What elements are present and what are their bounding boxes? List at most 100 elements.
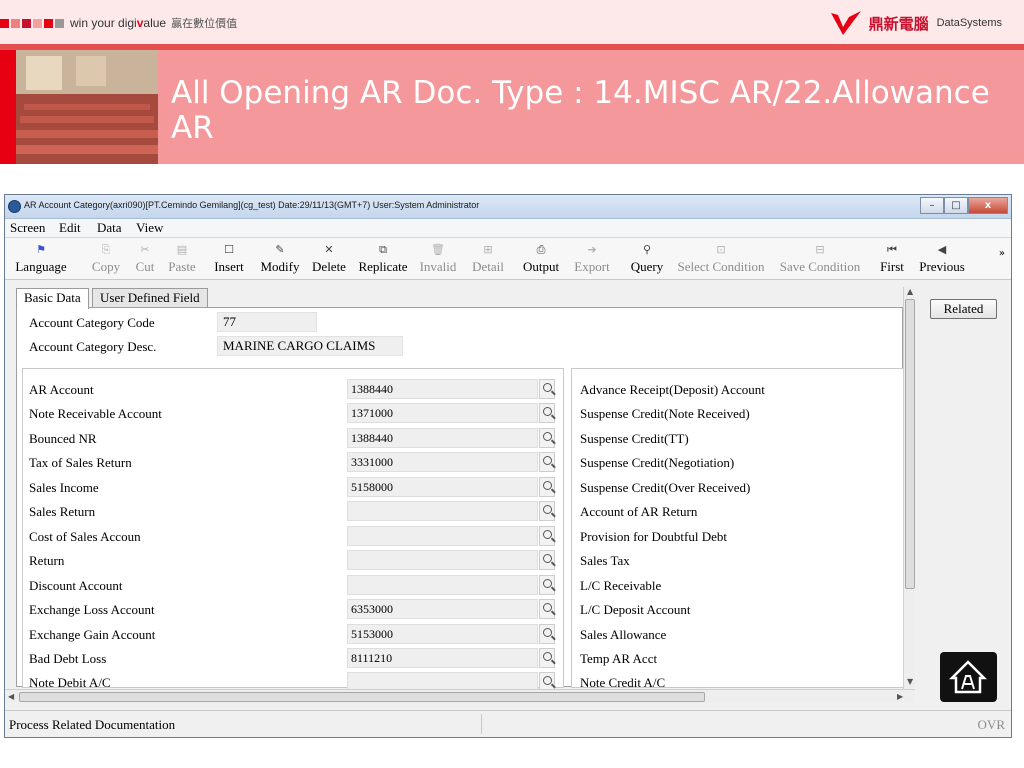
lookup-button[interactable] — [539, 452, 555, 472]
return-input[interactable] — [347, 550, 538, 570]
delete-button[interactable]: ✕ Delete — [309, 241, 349, 277]
account-category-code-label: Account Category Code — [29, 315, 155, 330]
lookup-button[interactable] — [539, 526, 555, 546]
field-label: Sales Income — [29, 480, 99, 495]
related-button[interactable]: Related — [930, 299, 997, 319]
trash-icon: 🗑 — [431, 243, 445, 256]
lookup-button[interactable] — [539, 403, 555, 423]
language-button[interactable]: ⚑ Language — [11, 241, 71, 277]
field-label: Exchange Gain Account — [29, 627, 156, 642]
window-titlebar[interactable]: AR Account Category(axri090)[PT.Cemindo … — [5, 195, 1011, 219]
save-condition-icon: ⊟ — [815, 243, 825, 256]
tab-basic-data[interactable]: Basic Data — [16, 288, 89, 309]
query-button[interactable]: ⚲ Query — [626, 241, 668, 277]
paste-button[interactable]: ▤ Paste — [163, 241, 201, 277]
tab-user-defined-field[interactable]: User Defined Field — [92, 288, 208, 308]
vertical-scrollbar[interactable]: ▲ ▼ — [903, 287, 915, 689]
lookup-button[interactable] — [539, 624, 555, 644]
field-label: Bounced NR — [29, 431, 97, 446]
maximize-button[interactable]: □ — [944, 197, 968, 214]
side-panel: Related — [917, 280, 1011, 689]
lookup-button[interactable] — [539, 648, 555, 668]
window-title: AR Account Category(axri090)[PT.Cemindo … — [24, 200, 480, 210]
scroll-up-icon[interactable]: ▲ — [907, 287, 913, 296]
discount-account-input[interactable] — [347, 575, 538, 595]
magnifier-icon — [543, 530, 552, 539]
cut-icon: ✂ — [140, 243, 150, 256]
toolbar: ⚑ Language ⎘ Copy ✂ Cut ▤ Paste ☐ Insert ✎ Mod… — [5, 238, 1011, 280]
note-receivable-account-input[interactable]: 1371000 — [347, 403, 538, 423]
scroll-down-icon[interactable]: ▼ — [907, 677, 913, 686]
lookup-button[interactable] — [539, 477, 555, 497]
field-label: Sales Allowance — [580, 627, 667, 642]
ar-home-icon — [948, 660, 988, 694]
detail-button[interactable]: ⊞ Detail — [469, 241, 507, 277]
lookup-button[interactable] — [539, 599, 555, 619]
status-bar: Process Related Documentation OVR — [5, 710, 1011, 737]
scroll-right-icon[interactable]: ▶ — [897, 692, 903, 701]
field-label: L/C Deposit Account — [580, 602, 691, 617]
output-button[interactable]: ⎙ Output — [519, 241, 563, 277]
field-label: Bad Debt Loss — [29, 651, 107, 666]
first-record-icon: ⏮ — [887, 243, 897, 256]
overwrite-mode-indicator: OVR — [977, 717, 1005, 732]
account-category-code-field[interactable]: 77 — [217, 312, 317, 332]
insert-button[interactable]: ☐ Insert — [210, 241, 248, 277]
field-label: Discount Account — [29, 578, 123, 593]
menu-screen[interactable]: Screen — [10, 220, 45, 236]
cut-button[interactable]: ✂ Cut — [131, 241, 159, 277]
field-label: Suspense Credit(TT) — [580, 431, 689, 446]
lookup-button[interactable] — [539, 501, 555, 521]
sales-income-input[interactable]: 5158000 — [347, 477, 538, 497]
lookup-button[interactable] — [539, 379, 555, 399]
lookup-button[interactable] — [539, 575, 555, 595]
export-button[interactable]: ➜ Export — [570, 241, 614, 277]
brand-logo: 鼎新電腦 DataSystems — [829, 8, 1002, 38]
tax-of-sales-return-input[interactable]: 3331000 — [347, 452, 538, 472]
menu-data[interactable]: Data — [97, 220, 122, 236]
exchange-loss-account-input[interactable]: 6353000 — [347, 599, 538, 619]
magnifier-icon — [543, 432, 552, 441]
lookup-button[interactable] — [539, 428, 555, 448]
bad-debt-loss-input[interactable]: 8111210 — [347, 648, 538, 668]
lookup-button[interactable] — [539, 550, 555, 570]
magnifier-icon — [543, 505, 552, 514]
save-condition-button[interactable]: ⊟ Save Condition — [776, 241, 864, 277]
horizontal-scroll-thumb[interactable] — [19, 692, 705, 702]
minimize-button[interactable]: – — [920, 197, 944, 214]
horizontal-scrollbar[interactable]: ◀ ▶ — [5, 689, 915, 703]
vertical-scroll-thumb[interactable] — [905, 299, 915, 589]
field-label: Sales Return — [29, 504, 96, 519]
copy-button[interactable]: ⎘ Copy — [87, 241, 125, 277]
scroll-left-icon[interactable]: ◀ — [8, 692, 14, 701]
modify-button[interactable]: ✎ Modify — [255, 241, 305, 277]
field-label: Suspense Credit(Note Received) — [580, 406, 750, 421]
delete-x-icon: ✕ — [324, 243, 334, 256]
menu-view[interactable]: View — [136, 220, 163, 236]
sales-return-input[interactable] — [347, 501, 538, 521]
suspense-accounts-group: Advance Receipt(Deposit) Account Suspens… — [571, 368, 904, 690]
ar-account-input[interactable]: 1388440 — [347, 379, 538, 399]
menu-edit[interactable]: Edit — [59, 220, 81, 236]
invalid-button[interactable]: 🗑 Invalid — [417, 241, 459, 277]
field-label: Exchange Loss Account — [29, 602, 155, 617]
color-square — [11, 18, 20, 28]
account-category-desc-field[interactable]: MARINE CARGO CLAIMS — [217, 336, 403, 356]
exchange-gain-account-input[interactable]: 5153000 — [347, 624, 538, 644]
previous-button[interactable]: ◀ Previous — [916, 241, 968, 277]
brand-name-zh: 鼎新電腦 — [868, 15, 929, 33]
auditorium-photo — [16, 50, 158, 164]
close-button[interactable]: x — [968, 197, 1008, 214]
toolbar-overflow-icon[interactable]: » — [999, 248, 1005, 259]
field-label: Return — [29, 553, 65, 568]
bounced-nr-input[interactable]: 1388440 — [347, 428, 538, 448]
paste-icon: ▤ — [176, 243, 188, 256]
select-condition-button[interactable]: ⊡ Select Condition — [673, 241, 769, 277]
magnifier-icon — [543, 554, 552, 563]
replicate-button[interactable]: ⧉ Replicate — [355, 241, 411, 277]
slide-header: win your digivalue 贏在數位價值 鼎新電腦 DataSyste… — [0, 0, 1024, 44]
field-label: Temp AR Acct — [580, 651, 658, 666]
first-button[interactable]: ⏮ First — [877, 241, 907, 277]
flag-icon: ⚑ — [36, 243, 46, 256]
cost-of-sales-account-input[interactable] — [347, 526, 538, 546]
